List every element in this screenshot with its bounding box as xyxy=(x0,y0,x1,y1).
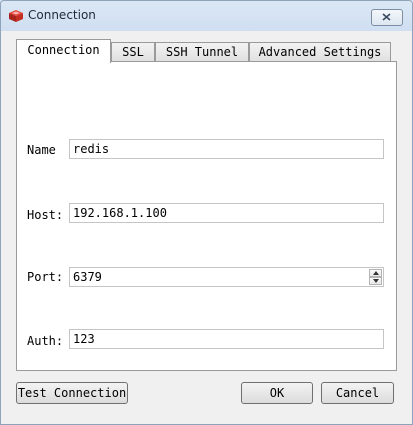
host-label: Host: xyxy=(27,208,64,222)
connection-dialog: Connection Connection SSL SSH Tunnel Adv… xyxy=(0,0,413,425)
name-field[interactable]: redis xyxy=(69,139,384,159)
title-bar[interactable]: Connection xyxy=(1,1,412,31)
host-field[interactable]: 192.168.1.100 xyxy=(69,203,384,223)
tab-advanced-settings[interactable]: Advanced Settings xyxy=(249,42,391,61)
tab-connection[interactable]: Connection xyxy=(16,39,111,63)
chevron-down-icon xyxy=(373,279,379,283)
port-field[interactable]: 6379 xyxy=(69,267,384,287)
cancel-button[interactable]: Cancel xyxy=(321,382,394,404)
test-connection-button[interactable]: Test Connection xyxy=(16,382,128,404)
ok-button[interactable]: OK xyxy=(241,382,313,404)
dialog-body: Connection SSL SSH Tunnel Advanced Setti… xyxy=(6,31,407,419)
port-increment-button[interactable] xyxy=(369,269,382,277)
port-stepper[interactable] xyxy=(369,269,382,285)
port-decrement-button[interactable] xyxy=(369,277,382,285)
connection-panel: Name redis Host: 192.168.1.100 Port: 637… xyxy=(16,61,397,371)
tab-ssh-tunnel[interactable]: SSH Tunnel xyxy=(155,42,249,61)
port-label: Port: xyxy=(27,270,64,284)
auth-field[interactable]: 123 xyxy=(69,329,384,349)
auth-label: Auth: xyxy=(27,334,64,348)
name-label: Name xyxy=(27,143,56,157)
close-icon xyxy=(382,13,391,21)
chevron-up-icon xyxy=(373,271,379,275)
redis-logo-icon xyxy=(8,8,24,24)
port-value: 6379 xyxy=(73,270,102,284)
close-button[interactable] xyxy=(371,9,403,26)
tab-ssl[interactable]: SSL xyxy=(111,42,155,61)
window-title: Connection xyxy=(28,8,96,22)
